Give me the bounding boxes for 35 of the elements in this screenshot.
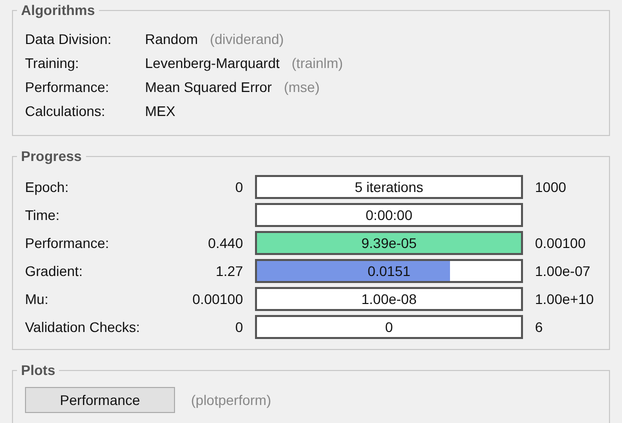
field-label: Epoch: <box>25 178 70 197</box>
field-value: Mean Squared Error <box>145 78 272 97</box>
start-value: 1.27 <box>216 262 243 280</box>
end-value: 1.00e+10 <box>535 290 594 308</box>
field-label: Data Division: <box>25 30 112 48</box>
plot-button[interactable]: Performance <box>25 387 175 413</box>
field-value: Levenberg-Marquardt <box>145 54 280 73</box>
function-name: (mse) <box>284 78 320 97</box>
end-value: 6 <box>535 318 543 336</box>
end-value: 1000 <box>535 178 566 196</box>
field-label: Calculations: <box>25 102 106 120</box>
progress-reading: 0.0151 <box>368 262 410 280</box>
end-value: 0.00100 <box>535 234 586 252</box>
field-label: Training: <box>25 54 80 73</box>
field-label: Time: <box>25 206 60 224</box>
field-value: MEX <box>145 102 176 120</box>
field-label: Performance: <box>25 78 110 96</box>
field-label: Mu: <box>25 290 50 308</box>
start-value: 0 <box>235 318 243 336</box>
field-label: Performance: <box>25 234 110 252</box>
field-value: Random <box>145 30 198 48</box>
end-value: 1.00e-07 <box>535 262 590 280</box>
start-value: 0.440 <box>208 234 243 252</box>
progress-reading: 0:00:00 <box>366 206 412 224</box>
progress-reading: 0 <box>385 318 393 336</box>
start-value: 0 <box>235 178 243 196</box>
progress-reading: 9.39e-05 <box>361 234 417 252</box>
function-name: (plotperform) <box>191 390 272 410</box>
field-label: Gradient: <box>25 262 84 280</box>
field-label: Validation Checks: <box>25 318 141 336</box>
progress-reading: 5 iterations <box>354 178 424 196</box>
progress-reading: 1.00e-08 <box>361 290 417 308</box>
start-value: 0.00100 <box>192 290 243 308</box>
function-name: (trainlm) <box>292 54 343 73</box>
function-name: (dividerand) <box>210 30 284 49</box>
